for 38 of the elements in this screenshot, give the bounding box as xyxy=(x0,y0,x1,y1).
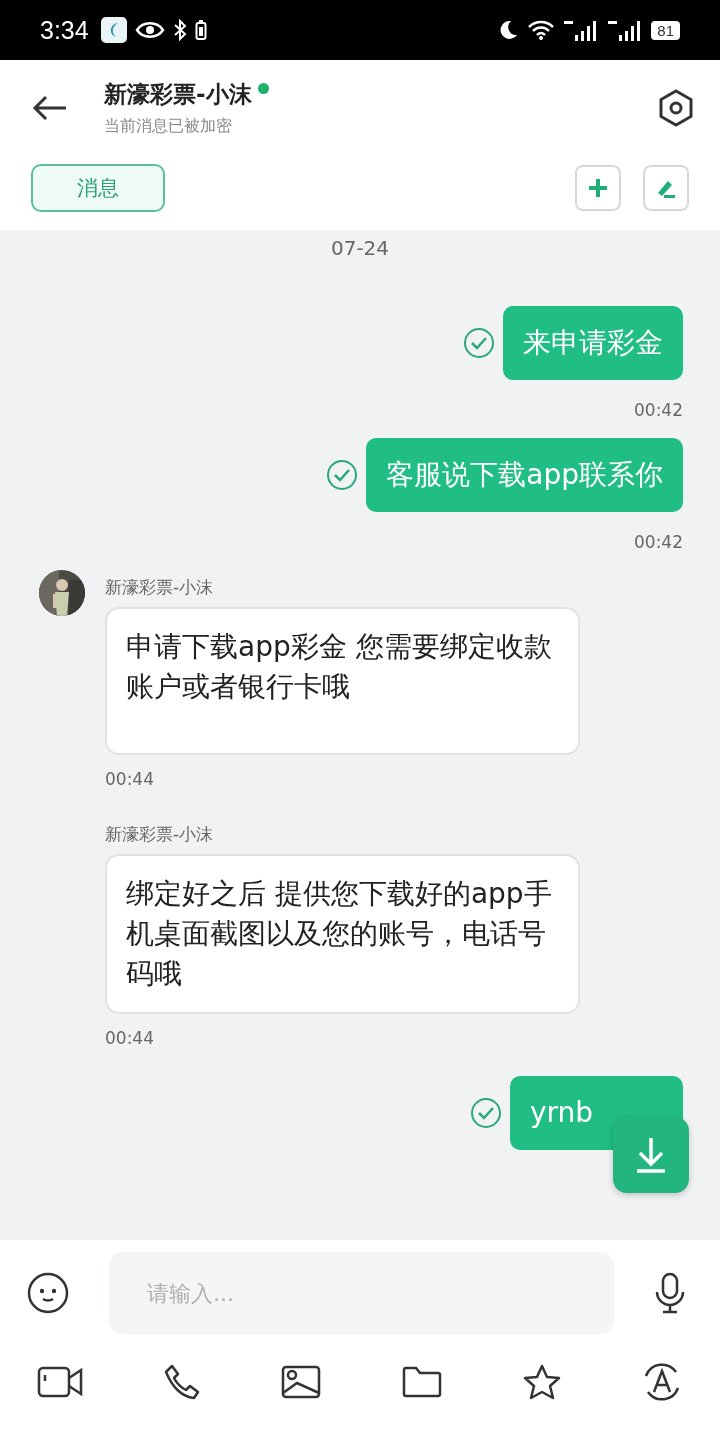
message-time: 00:42 xyxy=(634,532,683,552)
translate-icon[interactable] xyxy=(642,1362,682,1402)
message-time: 00:44 xyxy=(105,1028,154,1048)
star-icon[interactable] xyxy=(523,1364,561,1400)
status-time: 3:34 xyxy=(40,15,89,45)
image-icon[interactable] xyxy=(281,1365,321,1399)
emoji-icon[interactable] xyxy=(27,1272,69,1314)
encryption-note: 当前消息已被加密 xyxy=(104,116,233,137)
settings-icon xyxy=(658,89,694,127)
wifi-icon xyxy=(527,19,556,41)
back-arrow-icon xyxy=(32,94,68,122)
battery-saver-icon xyxy=(194,19,207,41)
date-divider: 07-24 xyxy=(330,236,390,260)
received-message: 申请下载app彩金 您需要绑定收款账户或者银行卡哦 xyxy=(105,607,580,755)
message-time: 00:42 xyxy=(634,400,683,420)
bluetooth-icon xyxy=(172,19,187,41)
video-call-icon[interactable] xyxy=(37,1366,83,1398)
sent-message: 来申请彩金 xyxy=(503,306,683,380)
sent-message: 客服说下载app联系你 xyxy=(366,438,683,512)
chat-title: 新濠彩票-小沫 xyxy=(104,80,252,109)
received-message: 绑定好之后 提供您下载好的app手机桌面截图以及您的账号，电话号码哦 xyxy=(105,854,580,1014)
battery-level: 81 xyxy=(651,20,680,40)
phone-icon[interactable] xyxy=(164,1364,200,1400)
plus-icon xyxy=(587,177,609,199)
message-input[interactable]: 请输入... xyxy=(109,1252,614,1334)
add-button[interactable] xyxy=(575,165,621,211)
download-button[interactable] xyxy=(613,1117,689,1193)
sender-name: 新濠彩票-小沫 xyxy=(105,823,214,846)
eye-icon xyxy=(134,20,165,40)
settings-button[interactable] xyxy=(658,89,694,127)
app-icon xyxy=(100,17,127,43)
edit-button[interactable] xyxy=(643,165,689,211)
folder-icon[interactable] xyxy=(402,1366,442,1398)
sender-name: 新濠彩票-小沫 xyxy=(105,576,214,599)
message-time: 00:44 xyxy=(105,769,154,789)
back-button[interactable] xyxy=(32,94,68,122)
microphone-icon[interactable] xyxy=(654,1272,686,1314)
messages-tab[interactable]: 消息 xyxy=(31,164,165,212)
